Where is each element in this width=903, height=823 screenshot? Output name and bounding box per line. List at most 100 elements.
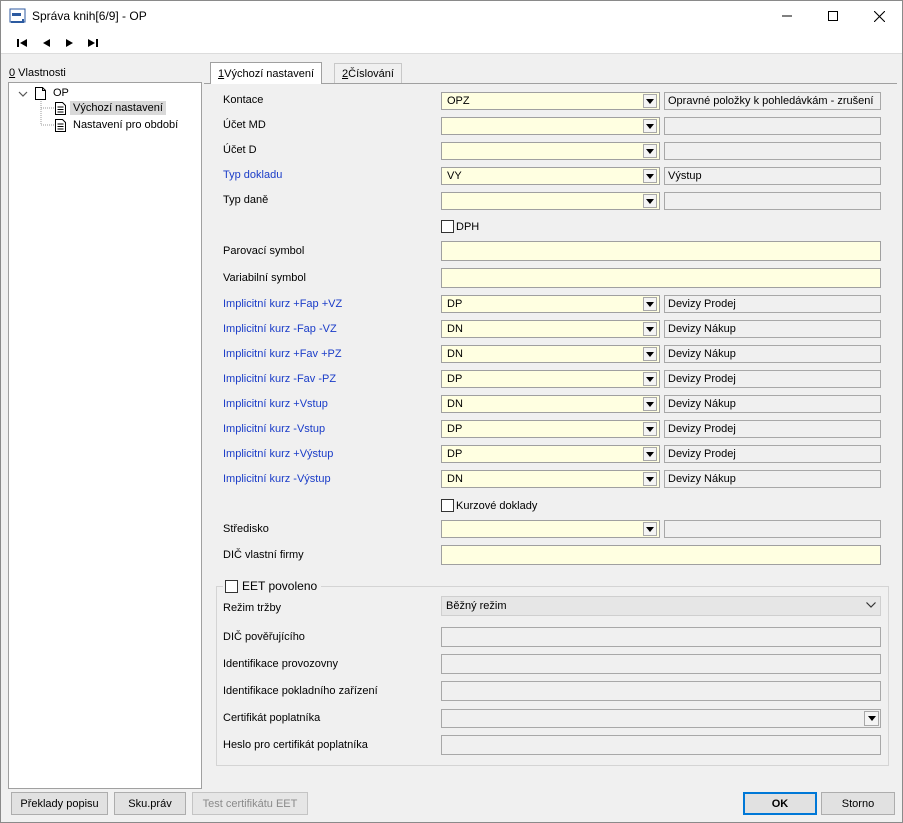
kurz-value: DN (447, 323, 463, 335)
kurz-value: DP (447, 423, 463, 435)
kurz-fav-minus-description: Devizy Prodej (664, 370, 881, 388)
typ-dokladu-value: VY (447, 170, 462, 182)
kurz-vstup-minus-description: Devizy Prodej (664, 420, 881, 438)
kurz-fap-minus-label: Implicitní kurz -Fap -VZ (223, 323, 337, 335)
rezim-trzby-select[interactable]: Běžný režim (441, 596, 881, 616)
typ-dokladu-description-text: Výstup (668, 170, 702, 182)
maximize-icon (828, 11, 838, 21)
tree-item-vychozi-nastaveni[interactable]: Výchozí nastavení (55, 100, 166, 116)
typ-dokladu-label: Typ dokladu (223, 169, 283, 181)
dropdown-arrow-icon[interactable] (643, 372, 657, 386)
tab-vychozi-nastaveni[interactable]: 1 Výchozí nastavení (210, 62, 323, 84)
dropdown-arrow-icon[interactable] (643, 144, 657, 158)
kurz-description-text: Devizy Prodej (668, 423, 736, 435)
sku-prav-button[interactable]: Sku.práv (114, 792, 186, 815)
kurz-description-text: Devizy Nákup (668, 348, 736, 360)
kurzove-doklady-checkbox[interactable]: Kurzové doklady (441, 499, 537, 512)
eet-enabled-checkbox[interactable]: EET povoleno (223, 579, 322, 593)
dropdown-arrow-icon[interactable] (643, 447, 657, 461)
storno-button[interactable]: Storno (821, 792, 895, 815)
identifikace-provozovny-input[interactable] (441, 654, 881, 674)
rezim-trzby-label: Režim tržby (223, 602, 282, 614)
kontace-value: OPZ (447, 95, 470, 107)
next-record-button[interactable] (60, 35, 80, 51)
typ-dokladu-description: Výstup (664, 167, 881, 185)
record-navigation-toolbar (1, 31, 902, 54)
heslo-certifikat-input[interactable] (441, 735, 881, 755)
dropdown-arrow-icon[interactable] (643, 322, 657, 336)
ucet-md-combo[interactable] (441, 117, 660, 135)
kurz-fap-minus-combo[interactable]: DN (441, 320, 660, 338)
variabilni-symbol-input[interactable] (441, 268, 881, 288)
variabilni-symbol-label: Variabilní symbol (223, 272, 306, 284)
preklady-popisu-button[interactable]: Překlady popisu (11, 792, 108, 815)
ucet-d-label: Účet D (223, 144, 257, 156)
kurz-description-text: Devizy Prodej (668, 298, 736, 310)
kurz-fap-plus-combo[interactable]: DP (441, 295, 660, 313)
dropdown-arrow-icon[interactable] (643, 94, 657, 108)
stredisko-combo[interactable] (441, 520, 660, 538)
stredisko-label: Středisko (223, 523, 269, 535)
kontace-combo[interactable]: OPZ (441, 92, 660, 110)
kurz-vstup-minus-label: Implicitní kurz -Vstup (223, 423, 326, 435)
kurz-vystup-minus-combo[interactable]: DN (441, 470, 660, 488)
dic-vlastni-firmy-input[interactable] (441, 545, 881, 565)
close-icon (873, 10, 885, 22)
test-certifikatu-eet-button[interactable]: Test certifikátu EET (192, 792, 308, 815)
kurz-description-text: Devizy Nákup (668, 323, 736, 335)
previous-record-icon (43, 39, 50, 47)
dic-poverujiciho-label: DIČ pověřujícího (223, 631, 305, 643)
identifikace-pokladniho-zarizeni-label: Identifikace pokladního zařízení (223, 685, 378, 697)
parovaci-symbol-input[interactable] (441, 241, 881, 261)
checkbox-box[interactable] (441, 499, 454, 512)
tree-item-label: Nastavení pro období (73, 119, 179, 131)
properties-tree[interactable]: OP Výchozí nastavení Nastavení pro obdob… (8, 82, 202, 789)
dph-checkbox[interactable]: DPH (441, 220, 479, 233)
ok-button[interactable]: OK (743, 792, 817, 815)
heslo-certifikat-label: Heslo pro certifikát poplatníka (223, 739, 368, 751)
dropdown-arrow-icon[interactable] (643, 422, 657, 436)
kontace-label: Kontace (223, 94, 264, 106)
dropdown-arrow-icon[interactable] (643, 169, 657, 183)
dropdown-arrow-icon[interactable] (643, 522, 657, 536)
dropdown-arrow-icon[interactable] (643, 297, 657, 311)
previous-record-button[interactable] (36, 35, 56, 51)
first-record-button[interactable] (12, 35, 32, 51)
identifikace-pokladniho-zarizeni-input[interactable] (441, 681, 881, 701)
ucet-d-description (664, 142, 881, 160)
ucet-d-combo[interactable] (441, 142, 660, 160)
tab-cislovani[interactable]: 2 Číslování (334, 63, 402, 83)
checkbox-box[interactable] (225, 579, 238, 593)
tree-caption: 0 Vlastnosti (9, 67, 66, 79)
close-button[interactable] (856, 1, 902, 31)
kurz-vystup-minus-label: Implicitní kurz -Výstup (223, 473, 331, 485)
dropdown-arrow-icon[interactable] (643, 119, 657, 133)
kurz-vystup-plus-combo[interactable]: DP (441, 445, 660, 463)
rezim-trzby-value: Běžný režim (446, 600, 507, 612)
kurz-vstup-minus-combo[interactable]: DP (441, 420, 660, 438)
settings-document-icon (55, 101, 66, 115)
typ-dane-combo[interactable] (441, 192, 660, 210)
kurz-fav-minus-combo[interactable]: DP (441, 370, 660, 388)
checkbox-box[interactable] (441, 220, 454, 233)
dph-checkbox-label: DPH (456, 220, 480, 233)
certifikat-poplatnika-combo[interactable] (441, 709, 881, 728)
typ-dokladu-combo[interactable]: VY (441, 167, 660, 185)
next-record-icon (66, 39, 73, 47)
tree-item-nastaveni-pro-obdobi[interactable]: Nastavení pro období (55, 117, 181, 133)
dropdown-arrow-icon[interactable] (643, 347, 657, 361)
dic-poverujiciho-input[interactable] (441, 627, 881, 647)
dropdown-arrow-icon[interactable] (643, 472, 657, 486)
minimize-button[interactable] (764, 1, 810, 31)
dropdown-arrow-icon[interactable] (643, 397, 657, 411)
last-record-button[interactable] (83, 35, 103, 51)
kurz-fap-plus-description: Devizy Prodej (664, 295, 881, 313)
minimize-icon (782, 15, 792, 17)
dropdown-arrow-icon[interactable] (643, 194, 657, 208)
dropdown-arrow-icon[interactable] (864, 711, 879, 726)
kurz-vstup-plus-combo[interactable]: DN (441, 395, 660, 413)
dialog-window: Správa knih[6/9] - OP 0 Vlastnosti OP Vý… (0, 0, 903, 823)
tree-root-op[interactable]: OP (35, 85, 72, 101)
kurz-fav-plus-combo[interactable]: DN (441, 345, 660, 363)
maximize-button[interactable] (810, 1, 856, 31)
